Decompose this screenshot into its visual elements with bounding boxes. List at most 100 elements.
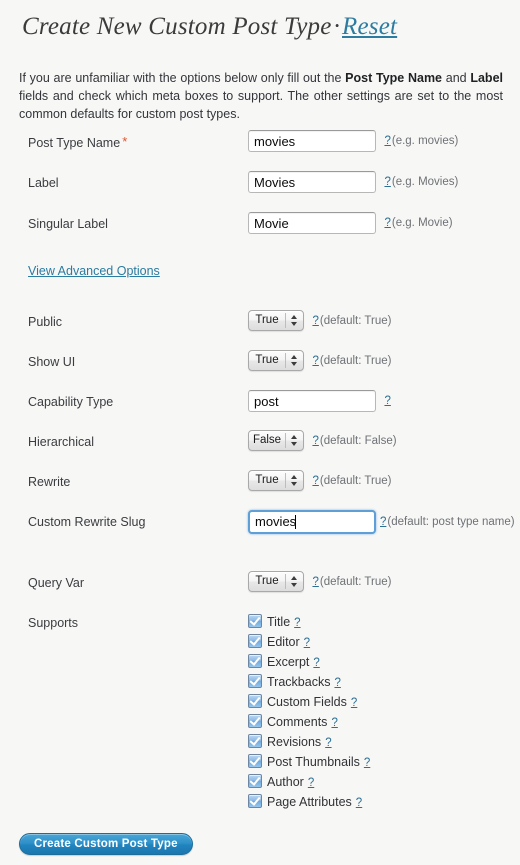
supports-checkbox-row[interactable]: Post Thumbnails? — [248, 753, 371, 773]
supports-checkbox-row[interactable]: Page Attributes? — [248, 793, 363, 813]
supports-checkbox-row[interactable]: Excerpt? — [248, 653, 321, 673]
label-capability-type: Capability Type — [28, 395, 114, 409]
custom-rewrite-slug-input[interactable]: movies — [248, 510, 376, 534]
checkbox-checked-icon[interactable] — [248, 634, 262, 648]
page-title-text: Create New Custom Post Type — [22, 13, 332, 40]
checkbox-checked-icon[interactable] — [248, 674, 262, 688]
label-custom-rewrite-slug: Custom Rewrite Slug — [28, 515, 146, 529]
label-public: Public — [28, 315, 63, 329]
help-icon[interactable]: ? — [304, 637, 311, 649]
help-show-ui: ?(default: True) — [312, 353, 391, 369]
supports-checkbox-row[interactable]: Comments? — [248, 713, 339, 733]
custom-rewrite-slug-value: movies — [255, 514, 297, 530]
public-select-value: True — [255, 314, 279, 326]
view-advanced-options-link[interactable]: View Advanced Options — [28, 264, 160, 278]
checkbox-checked-icon[interactable] — [248, 754, 262, 768]
checkbox-checked-icon[interactable] — [248, 734, 262, 748]
public-select[interactable]: True — [248, 310, 304, 331]
checkbox-checked-icon[interactable] — [248, 714, 262, 728]
field-row-singular-label: Singular Label ?(e.g. Movie) — [0, 212, 520, 236]
help-icon[interactable]: ? — [384, 135, 391, 147]
help-public: ?(default: True) — [312, 313, 391, 329]
help-rewrite: ?(default: True) — [312, 473, 391, 489]
help-icon[interactable]: ? — [312, 576, 319, 588]
field-col-hierarchical: False ?(default: False) — [248, 430, 397, 451]
help-icon[interactable]: ? — [364, 757, 371, 769]
field-col-rewrite: True ?(default: True) — [248, 470, 391, 491]
field-col-singular-label: ?(e.g. Movie) — [248, 212, 453, 234]
select-divider — [285, 473, 286, 488]
field-row-post-type-name: Post Type Name* ?(e.g. movies) — [0, 130, 520, 154]
help-icon[interactable]: ? — [308, 777, 315, 789]
help-icon[interactable]: ? — [334, 677, 341, 689]
supports-checkbox-row[interactable]: Revisions? — [248, 733, 333, 753]
hint-show-ui: (default: True) — [319, 354, 392, 367]
label-query-var: Query Var — [28, 576, 85, 590]
checkbox-checked-icon[interactable] — [248, 774, 262, 788]
help-icon[interactable]: ? — [325, 737, 332, 749]
supports-checkbox-row[interactable]: Custom Fields? — [248, 693, 358, 713]
checkbox-checked-icon[interactable] — [248, 654, 262, 668]
supports-checkbox-row[interactable]: Author? — [248, 773, 315, 793]
field-row-show-ui: Show UI True ?(default: True) — [0, 350, 520, 374]
checkbox-checked-icon[interactable] — [248, 794, 262, 808]
chevron-updown-icon — [289, 431, 299, 450]
help-post-type-name: ?(e.g. movies) — [384, 133, 458, 149]
singular-label-input[interactable] — [248, 212, 376, 234]
help-icon[interactable]: ? — [312, 315, 319, 327]
hint-label: (e.g. Movies) — [391, 176, 459, 188]
create-custom-post-type-button[interactable]: Create Custom Post Type — [19, 833, 193, 855]
help-icon[interactable]: ? — [351, 697, 358, 709]
help-icon[interactable]: ? — [313, 657, 320, 669]
supports-checkbox-row[interactable]: Title? — [248, 613, 302, 633]
supports-checkbox-row[interactable]: Trackbacks? — [248, 673, 342, 693]
capability-type-input[interactable] — [248, 390, 376, 412]
field-row-rewrite: Rewrite True ?(default: True) — [0, 470, 520, 494]
help-icon[interactable]: ? — [356, 797, 363, 809]
checkbox-checked-icon[interactable] — [248, 694, 262, 708]
field-row-public: Public True ?(default: True) — [0, 310, 520, 334]
checkbox-checked-icon[interactable] — [248, 614, 262, 628]
page-title: Create New Custom Post Type·Reset — [22, 13, 397, 41]
reset-link[interactable]: Reset — [342, 13, 397, 40]
supports-checkbox-row[interactable]: Editor? — [248, 633, 311, 653]
supports-checkbox-label: Page Attributes — [267, 795, 352, 809]
field-row-custom-rewrite-slug: Custom Rewrite Slug movies ?(default: po… — [0, 510, 520, 558]
required-asterisk: * — [122, 134, 128, 149]
hierarchical-select[interactable]: False — [248, 430, 304, 451]
hint-post-type-name: (e.g. movies) — [391, 135, 459, 147]
hint-rewrite: (default: True) — [319, 474, 392, 487]
supports-checkbox-label: Post Thumbnails — [267, 755, 360, 769]
hint-singular-label: (e.g. Movie) — [391, 217, 453, 229]
query-var-select[interactable]: True — [248, 571, 304, 592]
text-caret — [295, 515, 297, 529]
label-label: Label — [28, 176, 59, 190]
label-rewrite: Rewrite — [28, 475, 71, 489]
hierarchical-select-value: False — [252, 434, 282, 446]
show-ui-select-value: True — [255, 354, 279, 366]
help-icon[interactable]: ? — [384, 217, 391, 229]
rewrite-select-value: True — [255, 474, 279, 486]
field-col-show-ui: True ?(default: True) — [248, 350, 391, 371]
post-type-name-input[interactable] — [248, 130, 376, 152]
query-var-select-value: True — [255, 575, 279, 587]
help-icon[interactable]: ? — [384, 395, 391, 407]
supports-checkbox-label: Excerpt — [267, 655, 310, 669]
supports-checkbox-label: Revisions — [267, 735, 322, 749]
show-ui-select[interactable]: True — [248, 350, 304, 371]
help-icon[interactable]: ? — [331, 717, 338, 729]
help-icon[interactable]: ? — [384, 176, 391, 188]
label-supports: Supports — [28, 616, 79, 630]
supports-checkbox-label: Comments — [267, 715, 328, 729]
select-divider — [285, 433, 286, 448]
supports-checkbox-label: Editor — [267, 635, 300, 649]
hint-custom-rewrite-slug: (default: post type name) — [387, 516, 515, 528]
help-singular-label: ?(e.g. Movie) — [384, 215, 452, 231]
help-icon[interactable]: ? — [312, 475, 319, 487]
label-input[interactable] — [248, 171, 376, 193]
rewrite-select[interactable]: True — [248, 470, 304, 491]
help-label: ?(e.g. Movies) — [384, 174, 458, 190]
help-icon[interactable]: ? — [312, 435, 319, 447]
help-icon[interactable]: ? — [294, 617, 301, 629]
help-icon[interactable]: ? — [312, 355, 319, 367]
